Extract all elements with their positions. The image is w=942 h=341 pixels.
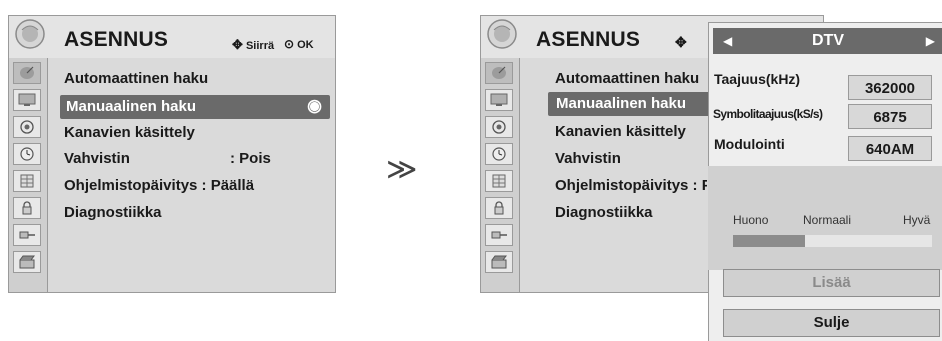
connector-icon (489, 227, 509, 243)
satellite-icon (489, 65, 509, 81)
sidebar-item-satellite[interactable] (13, 62, 41, 84)
menu-item-booster[interactable]: Vahvistin (555, 150, 621, 167)
sidebar-item-clock[interactable] (13, 143, 41, 165)
ok-hint: ⊙ OK (284, 37, 314, 51)
symbol-rate-label: Symbolitaajuus(kS/s) (713, 107, 823, 121)
menu-item-manual-search[interactable]: Manuaalinen haku ◉ (60, 95, 330, 119)
clock-icon (17, 146, 37, 162)
band-value: DTV (812, 32, 844, 49)
ok-button-icon: ⊙ (284, 37, 295, 51)
move-hint: ✥ Siirrä (232, 37, 275, 52)
menu-item-diagnostics[interactable]: Diagnostiikka (64, 204, 162, 221)
sidebar-item-padlock[interactable] (13, 197, 41, 219)
tv-screen-icon (489, 92, 509, 108)
globe-icon (14, 18, 46, 50)
move-arrows-icon: ✥ (675, 34, 687, 50)
connector-icon (17, 227, 37, 243)
sidebar-item-clapboard[interactable] (485, 251, 513, 273)
satellite-icon (17, 65, 37, 81)
lock-grid-icon (17, 173, 37, 189)
menu-item-channel-edit[interactable]: Kanavien käsittely (64, 124, 195, 141)
menu-item-software-update[interactable]: Ohjelmistopäivitys : P (555, 177, 707, 194)
sidebar-item-clapboard[interactable] (13, 251, 41, 273)
quality-mid-label: Normaali (803, 213, 852, 227)
booster-value: : Pois (230, 150, 271, 167)
frequency-value[interactable]: 362000 (848, 75, 932, 100)
symbol-rate-value[interactable]: 6875 (848, 104, 932, 129)
clock-icon (489, 146, 509, 162)
sidebar-item-clock[interactable] (485, 143, 513, 165)
speaker-icon (489, 119, 509, 135)
select-circle-icon: ◉ (307, 96, 322, 115)
menu-item-booster[interactable]: Vahvistin : Pois (64, 150, 284, 167)
menu-item-diagnostics[interactable]: Diagnostiikka (555, 204, 653, 221)
transition-arrow: ≫ (386, 152, 418, 187)
padlock-icon (489, 200, 509, 216)
tv-screen-icon (17, 92, 37, 108)
page-title: ASENNUS (536, 28, 641, 51)
move-arrows-icon: ✥ (232, 37, 243, 52)
sidebar-item-lock-grid[interactable] (485, 170, 513, 192)
sidebar-item-tv-screen[interactable] (485, 89, 513, 111)
arrow-right-icon[interactable]: ▶ (926, 34, 935, 48)
modulation-label: Modulointi (714, 136, 785, 152)
close-button[interactable]: Sulje (723, 309, 940, 337)
clapboard-icon (17, 254, 37, 270)
globe-icon (486, 18, 518, 50)
sidebar-item-satellite[interactable] (485, 62, 513, 84)
more-button[interactable]: Lisää (723, 269, 940, 297)
sidebar-item-lock-grid[interactable] (13, 170, 41, 192)
menu-item-auto-search[interactable]: Automaattinen haku (555, 70, 699, 87)
menu-item-software-update[interactable]: Ohjelmistopäivitys : Päällä (64, 177, 254, 194)
menu-item-auto-search[interactable]: Automaattinen haku (64, 70, 208, 87)
menu-item-channel-edit[interactable]: Kanavien käsittely (555, 123, 686, 140)
sidebar-item-connector[interactable] (485, 224, 513, 246)
speaker-icon (17, 119, 37, 135)
menu-item-manual-search[interactable]: Manuaalinen haku (548, 92, 710, 116)
sidebar-item-speaker[interactable] (485, 116, 513, 138)
signal-quality-bar (733, 235, 932, 247)
page-title: ASENNUS (64, 28, 169, 51)
sidebar-item-padlock[interactable] (485, 197, 513, 219)
sidebar-item-speaker[interactable] (13, 116, 41, 138)
signal-quality-fill (733, 235, 805, 247)
menu-body (48, 58, 335, 292)
padlock-icon (17, 200, 37, 216)
band-selector[interactable]: ◀ DTV ▶ (713, 28, 942, 54)
lock-grid-icon (489, 173, 509, 189)
clapboard-icon (489, 254, 509, 270)
frequency-label: Taajuus(kHz) (714, 71, 801, 87)
quality-high-label: Hyvä (903, 213, 931, 227)
sidebar-item-tv-screen[interactable] (13, 89, 41, 111)
modulation-value[interactable]: 640AM (848, 136, 932, 161)
quality-low-label: Huono (733, 213, 769, 227)
sidebar-item-connector[interactable] (13, 224, 41, 246)
